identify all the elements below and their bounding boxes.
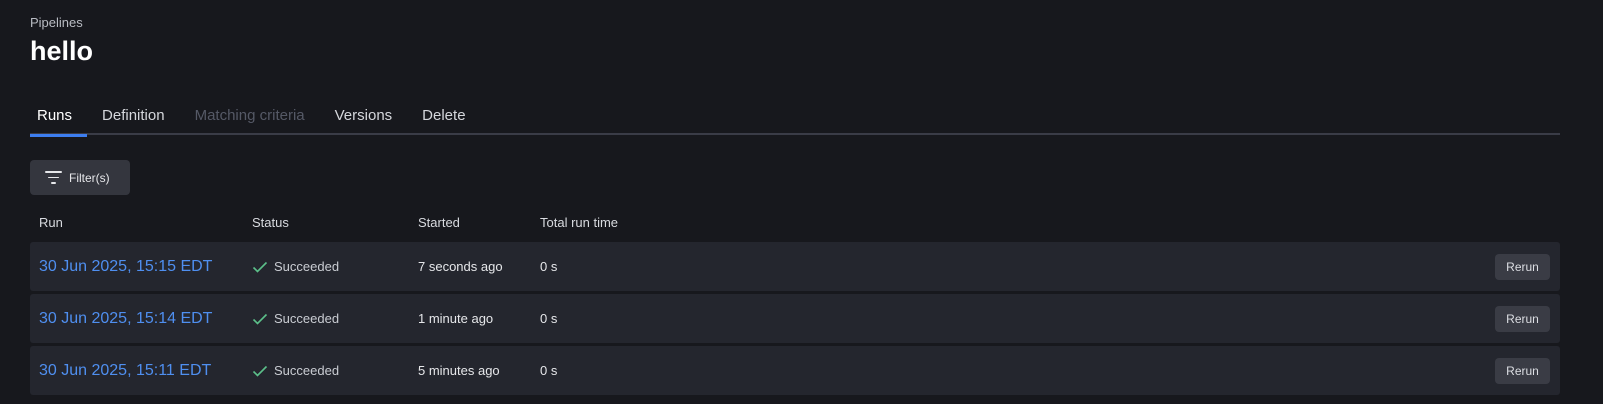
- started-value: 7 seconds ago: [418, 259, 503, 274]
- run-link[interactable]: 30 Jun 2025, 15:11 EDT: [39, 362, 211, 379]
- breadcrumb[interactable]: Pipelines: [30, 15, 83, 30]
- runs-table: Run Status Started Total run time 30 Jun…: [30, 206, 1560, 395]
- table-row: 30 Jun 2025, 15:15 EDT Succeeded 7 secon…: [30, 242, 1560, 291]
- filter-button[interactable]: Filter(s): [30, 160, 130, 195]
- rerun-button[interactable]: Rerun: [1495, 358, 1550, 384]
- column-header-status: Status: [252, 215, 289, 230]
- column-header-total-run-time: Total run time: [540, 215, 619, 230]
- tab-definition[interactable]: Definition: [87, 103, 180, 135]
- page-title: hello: [30, 36, 94, 66]
- run-link[interactable]: 30 Jun 2025, 15:14 EDT: [39, 310, 212, 327]
- tab-versions[interactable]: Versions: [320, 103, 408, 135]
- run-link[interactable]: 30 Jun 2025, 15:15 EDT: [39, 258, 212, 275]
- check-icon: [252, 261, 268, 273]
- tab-matching-criteria: Matching criteria: [194, 107, 305, 124]
- column-header-started: Started: [418, 215, 460, 230]
- runtime-value: 0 s: [540, 311, 558, 326]
- filter-icon: [44, 171, 62, 184]
- status-label: Succeeded: [274, 311, 340, 326]
- tab-delete[interactable]: Delete: [407, 103, 480, 135]
- started-value: 5 minutes ago: [418, 363, 500, 378]
- status-label: Succeeded: [274, 259, 340, 274]
- table-row: 30 Jun 2025, 15:11 EDT Succeeded 5 minut…: [30, 346, 1560, 395]
- table-row: 30 Jun 2025, 15:14 EDT Succeeded 1 minut…: [30, 294, 1560, 343]
- table-header: Run Status Started Total run time: [30, 206, 1560, 239]
- status-badge: Succeeded: [252, 363, 418, 378]
- runtime-value: 0 s: [540, 259, 558, 274]
- tab-bar: Runs Definition Matching criteria Versio…: [30, 103, 1560, 137]
- tab-runs[interactable]: Runs: [30, 103, 88, 137]
- rerun-button[interactable]: Rerun: [1495, 254, 1550, 280]
- rerun-button[interactable]: Rerun: [1495, 306, 1550, 332]
- pipeline-page: Pipelines hello Runs Definition Matching…: [0, 0, 1603, 404]
- column-header-run: Run: [39, 215, 63, 230]
- started-value: 1 minute ago: [418, 311, 494, 326]
- status-badge: Succeeded: [252, 259, 418, 274]
- status-badge: Succeeded: [252, 311, 418, 326]
- check-icon: [252, 313, 268, 325]
- check-icon: [252, 365, 268, 377]
- runtime-value: 0 s: [540, 363, 558, 378]
- filter-button-label: Filter(s): [69, 170, 110, 185]
- status-label: Succeeded: [274, 363, 340, 378]
